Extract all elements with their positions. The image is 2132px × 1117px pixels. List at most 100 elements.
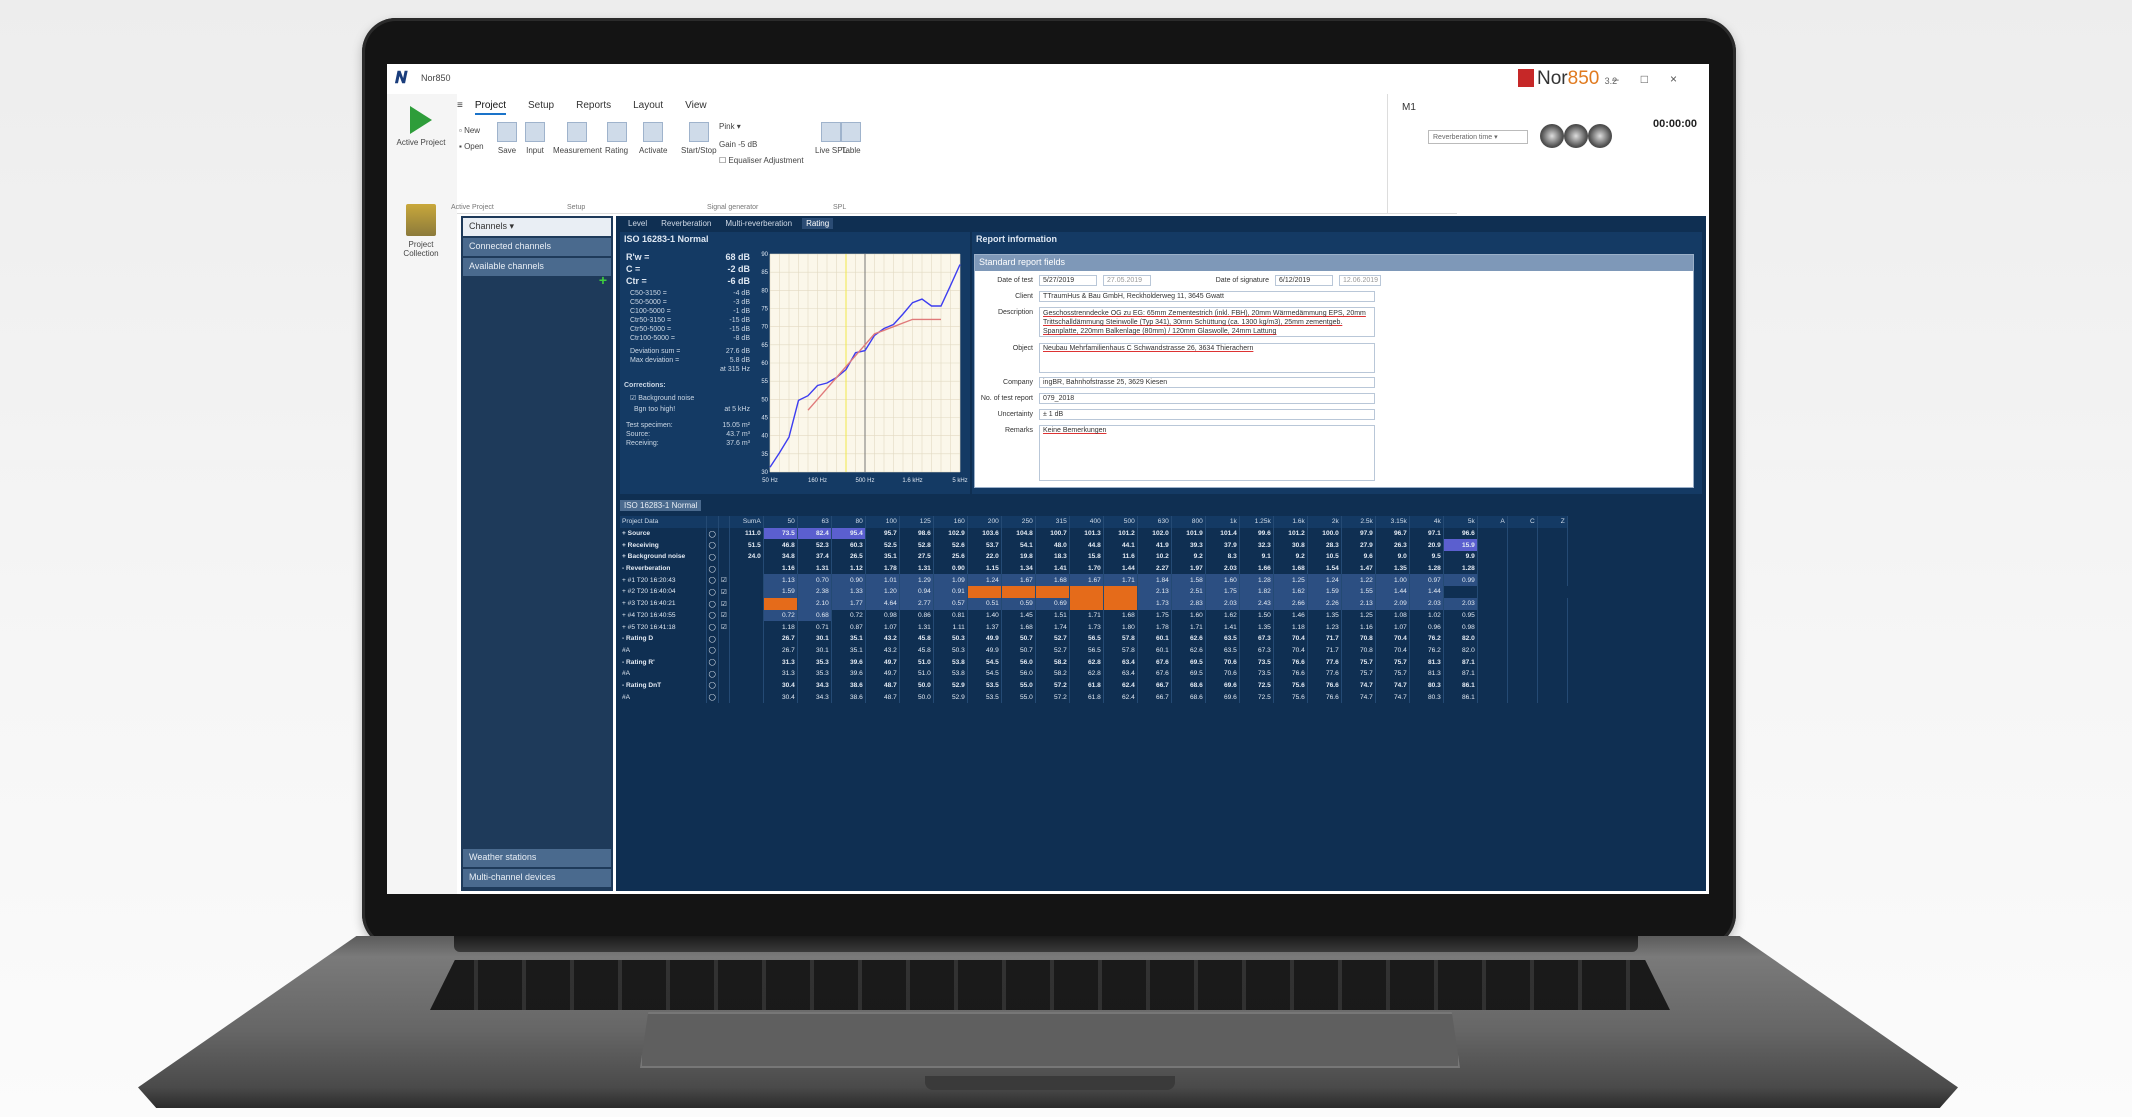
table-cell[interactable]: 60.3 [831,539,866,552]
table-cell[interactable]: 4.64 [865,597,900,610]
table-tab[interactable]: ISO 16283-1 Normal [620,500,702,511]
norsonic-logo-icon[interactable]: 𝑵 [395,70,407,88]
table-cell[interactable]: 95.4 [831,527,866,540]
row-status-icon[interactable]: ◯ [706,562,719,575]
table-cell[interactable]: 51.5 [729,539,764,552]
table-cell[interactable]: 82.0 [1443,644,1478,657]
new-button[interactable]: ▫ New [459,126,480,135]
table-cell[interactable]: 56.0 [1001,667,1036,680]
table-cell[interactable]: 70.6 [1205,656,1240,668]
table-row[interactable]: + Receiving ◯ 51.5 46.8 52.3 60.3 52.5 52.8 52.6… [620,539,1568,552]
table-cell[interactable]: 100.7 [1035,527,1070,540]
table-row[interactable]: + Source ◯ 111.0 73.5 82.4 95.4 95.7 98.6 102.9 1… [620,527,1568,540]
table-cell[interactable]: 1.46 [1273,609,1308,622]
table-cell[interactable]: 0.98 [1443,621,1478,633]
table-cell[interactable]: 1.13 [763,574,798,587]
gain-field[interactable]: Gain -5 dB [719,140,757,149]
table-cell[interactable]: 53.5 [967,679,1002,692]
table-cell[interactable]: 0.86 [899,609,934,622]
table-cell[interactable]: 95.7 [865,527,900,540]
row-checkbox[interactable] [718,644,730,657]
table-cell[interactable]: 50.0 [899,679,934,692]
table-cell[interactable]: 62.4 [1103,691,1138,703]
table-cell[interactable]: 51.0 [899,656,934,668]
row-checkbox[interactable] [718,691,730,703]
tab-reports[interactable]: Reports [576,100,611,111]
row-checkbox[interactable] [718,562,730,575]
table-cell[interactable]: 50.3 [933,644,968,657]
table-cell[interactable]: 30.8 [1273,539,1308,552]
table-cell[interactable]: 1.68 [1035,574,1070,587]
table-cell[interactable]: 102.0 [1137,527,1172,540]
table-cell[interactable]: 22.0 [967,551,1002,563]
table-cell[interactable]: 71.7 [1307,632,1342,645]
table-cell[interactable]: 1.01 [865,574,900,587]
row-checkbox[interactable] [718,632,730,645]
tab-rating[interactable]: Rating [802,218,834,229]
table-cell[interactable]: 1.29 [899,574,934,587]
table-cell[interactable]: 50.7 [1001,632,1036,645]
table-cell[interactable]: 1.84 [1137,574,1172,587]
table-cell[interactable]: 81.3 [1409,667,1444,680]
table-cell[interactable]: 26.7 [763,644,798,657]
table-cell[interactable]: 76.6 [1273,656,1308,668]
table-cell[interactable]: 2.27 [1137,562,1172,575]
table-cell[interactable]: 80.3 [1409,691,1444,703]
table-cell[interactable]: 1.66 [1239,562,1274,575]
row-status-icon[interactable]: ◯ [706,644,719,657]
table-cell[interactable]: 39.6 [831,667,866,680]
row-checkbox[interactable]: ☑ [718,609,730,622]
table-cell[interactable] [967,586,1002,598]
table-cell[interactable]: 2.13 [1341,597,1376,610]
row-status-icon[interactable]: ◯ [706,551,719,563]
table-cell[interactable]: 1.22 [1341,574,1376,587]
table-cell[interactable]: 1.09 [933,574,968,587]
table-cell[interactable]: 52.7 [1035,632,1070,645]
table-cell[interactable]: 2.03 [1205,562,1240,575]
table-cell[interactable] [729,621,764,633]
table-cell[interactable]: 53.8 [933,667,968,680]
table-cell[interactable]: 70.8 [1341,632,1376,645]
table-cell[interactable]: 87.1 [1443,656,1478,668]
table-cell[interactable]: 1.35 [1239,621,1274,633]
table-cell[interactable]: 74.7 [1341,691,1376,703]
table-cell[interactable] [729,691,764,703]
table-cell[interactable]: 70.4 [1375,632,1410,645]
table-cell[interactable]: 2.13 [1137,586,1172,598]
table-cell[interactable]: 9.5 [1409,551,1444,563]
table-cell[interactable]: 96.6 [1443,527,1478,540]
table-cell[interactable]: 69.6 [1205,691,1240,703]
row-checkbox[interactable] [718,527,730,540]
table-cell[interactable]: 2.51 [1171,586,1206,598]
table-cell[interactable]: 102.9 [933,527,968,540]
table-cell[interactable]: 50.3 [933,632,968,645]
table-cell[interactable]: 30.4 [763,691,798,703]
table-cell[interactable]: 1.18 [763,621,798,633]
table-cell[interactable]: 86.1 [1443,691,1478,703]
table-cell[interactable]: 0.51 [967,597,1002,610]
table-cell[interactable]: 75.6 [1273,679,1308,692]
table-cell[interactable]: 2.03 [1409,597,1444,610]
tab-view[interactable]: View [685,100,707,111]
table-cell[interactable]: 1.35 [1375,562,1410,575]
table-cell[interactable]: 68.6 [1171,679,1206,692]
table-cell[interactable]: 1.60 [1171,609,1206,622]
table-cell[interactable]: 48.0 [1035,539,1070,552]
table-cell[interactable]: 19.8 [1001,551,1036,563]
table-cell[interactable]: 1.24 [1307,574,1342,587]
table-cell[interactable]: 53.5 [967,691,1002,703]
table-cell[interactable]: 51.0 [899,667,934,680]
table-cell[interactable]: 61.8 [1069,691,1104,703]
table-row[interactable]: + #4 T20 16:40:55 ◯ ☑ 0.72 0.68 0.72 0.98 0.86 0… [620,609,1568,622]
table-cell[interactable]: 45.8 [899,644,934,657]
row-checkbox[interactable] [718,656,730,668]
table-cell[interactable]: 10.2 [1137,551,1172,563]
table-cell[interactable]: 97.9 [1341,527,1376,540]
tab-level[interactable]: Level [624,218,651,229]
table-row[interactable]: - Rating D ◯ 26.7 30.1 35.1 43.2 45.8 50.3 49.9 5… [620,632,1568,645]
table-cell[interactable]: 35.3 [797,656,832,668]
table-cell[interactable]: 62.4 [1103,679,1138,692]
table-cell[interactable]: 74.7 [1375,679,1410,692]
table-cell[interactable]: 45.8 [899,632,934,645]
row-status-icon[interactable]: ◯ [706,539,719,552]
